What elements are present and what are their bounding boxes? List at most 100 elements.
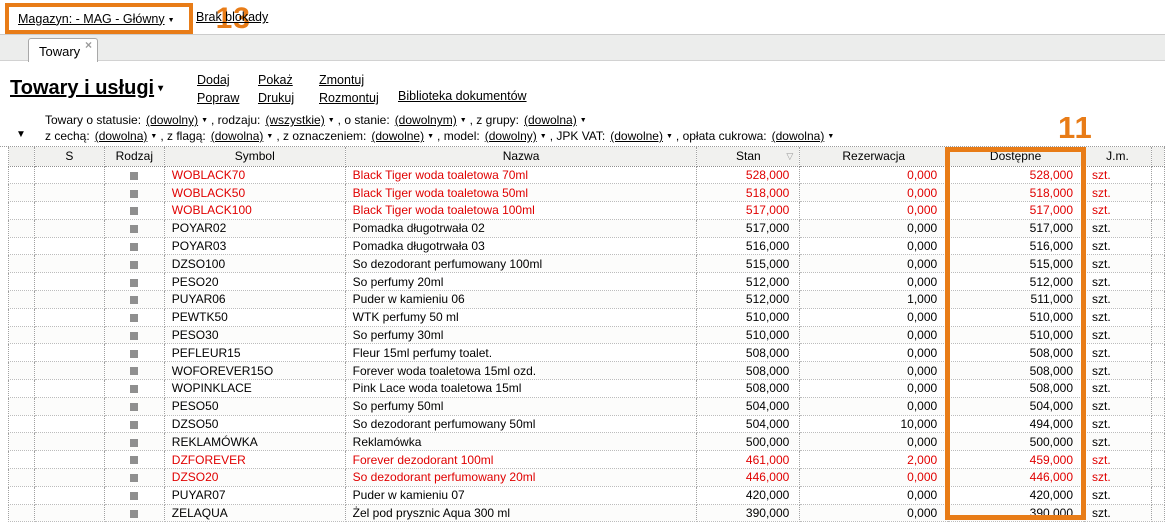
chevron-down-icon[interactable]: ▼ xyxy=(540,133,547,140)
cell-nazwa: So perfumy 30ml xyxy=(345,326,697,344)
action-dodaj[interactable]: Dodaj xyxy=(197,71,258,89)
chevron-down-icon[interactable]: ▼ xyxy=(427,133,434,140)
cell-blank xyxy=(1151,219,1164,237)
table-row[interactable]: PESO20So perfumy 20ml512,0000,000512,000… xyxy=(9,273,1165,291)
col-header-stan[interactable]: Stan▽ xyxy=(697,147,800,166)
brak-blokady-link[interactable]: Brak blokady xyxy=(196,10,268,24)
table-row[interactable]: WOPINKLACEPink Lace woda toaletowa 15ml5… xyxy=(9,380,1165,398)
table-row[interactable]: WOBLACK70Black Tiger woda toaletowa 70ml… xyxy=(9,166,1165,184)
chevron-down-icon[interactable]: ▼ xyxy=(328,117,335,124)
table-row[interactable]: REKLAMÓWKAReklamówka500,0000,000500,000s… xyxy=(9,433,1165,451)
filter-value-dropdown[interactable]: (dowolne) xyxy=(610,129,663,143)
col-header-rezerwacja[interactable]: Rezerwacja xyxy=(800,147,948,166)
filter-value-dropdown[interactable]: (dowolna) xyxy=(524,113,577,127)
table-row[interactable]: POYAR03Pomadka długotrwała 03516,0000,00… xyxy=(9,237,1165,255)
action-pokaż[interactable]: Pokaż xyxy=(258,71,319,89)
table-row[interactable]: PEWTK50WTK perfumy 50 ml510,0000,000510,… xyxy=(9,308,1165,326)
action-drukuj[interactable]: Drukuj xyxy=(258,89,319,107)
filter-value-dropdown[interactable]: (wszystkie) xyxy=(265,113,324,127)
cell-blank xyxy=(9,166,35,184)
cell-stan: 515,000 xyxy=(697,255,800,273)
filter-label: , z grupy: xyxy=(470,113,519,127)
chevron-down-icon[interactable]: ▼ xyxy=(827,133,834,140)
table-row[interactable]: DZSO50So dezodorant perfumowany 50ml504,… xyxy=(9,415,1165,433)
cell-jm: szt. xyxy=(1084,202,1152,220)
chevron-down-icon: ▼ xyxy=(168,17,175,24)
cell-jm: szt. xyxy=(1084,184,1152,202)
cell-rodzaj xyxy=(104,433,164,451)
chevron-down-icon[interactable]: ▼ xyxy=(201,117,208,124)
cell-jm: szt. xyxy=(1084,166,1152,184)
cell-blank xyxy=(1151,237,1164,255)
cell-nazwa: Black Tiger woda toaletowa 100ml xyxy=(345,202,697,220)
action-popraw[interactable]: Popraw xyxy=(197,89,258,107)
cell-symbol: DZSO20 xyxy=(164,469,345,487)
cell-nazwa: Pomadka długotrwała 02 xyxy=(345,219,697,237)
table-row[interactable]: PUYAR07Puder w kamieniu 07420,0000,00042… xyxy=(9,486,1165,504)
action-zmontuj[interactable]: Zmontuj xyxy=(319,71,380,89)
chevron-down-icon[interactable]: ▼ xyxy=(580,117,587,124)
cell-blank xyxy=(1151,469,1164,487)
cell-blank xyxy=(1151,308,1164,326)
biblioteka-dokumentow-link[interactable]: Biblioteka dokumentów xyxy=(398,89,527,103)
col-header-s[interactable]: S xyxy=(34,147,104,166)
cell-nazwa: Forever dezodorant 100ml xyxy=(345,451,697,469)
table-row[interactable]: PESO30So perfumy 30ml510,0000,000510,000… xyxy=(9,326,1165,344)
filter-value-dropdown[interactable]: (dowolna) xyxy=(211,129,264,143)
cell-blank xyxy=(1151,291,1164,309)
filter-value-dropdown[interactable]: (dowolny) xyxy=(485,129,537,143)
chevron-down-icon[interactable]: ▼ xyxy=(666,133,673,140)
cell-blank xyxy=(34,326,104,344)
action-column: DodajPopraw xyxy=(197,71,258,107)
table-row[interactable]: PUYAR06Puder w kamieniu 06512,0001,00051… xyxy=(9,291,1165,309)
filter-value-dropdown[interactable]: (dowolnym) xyxy=(395,113,457,127)
filter-value-dropdown[interactable]: (dowolna) xyxy=(95,129,148,143)
filter-value-dropdown[interactable]: (dowolny) xyxy=(146,113,198,127)
filter-value-dropdown[interactable]: (dowolna) xyxy=(772,129,825,143)
table-row[interactable]: WOFOREVER15OForever woda toaletowa 15ml … xyxy=(9,362,1165,380)
col-header-jm[interactable]: J.m. xyxy=(1084,147,1152,166)
chevron-down-icon[interactable]: ▼ xyxy=(150,133,157,140)
cell-dostepne: 510,000 xyxy=(948,326,1084,344)
table-row[interactable]: DZSO20So dezodorant perfumowany 20ml446,… xyxy=(9,469,1165,487)
cell-blank xyxy=(34,397,104,415)
cell-dostepne: 516,000 xyxy=(948,237,1084,255)
col-header-rodzaj[interactable]: Rodzaj xyxy=(104,147,164,166)
filter-value-dropdown[interactable]: (dowolne) xyxy=(371,129,424,143)
cell-rodzaj xyxy=(104,504,164,522)
table-row[interactable]: ZELAQUAŻel pod prysznic Aqua 300 ml390,0… xyxy=(9,504,1165,522)
table-row[interactable]: PESO50So perfumy 50ml504,0000,000504,000… xyxy=(9,397,1165,415)
cell-symbol: WOBLACK100 xyxy=(164,202,345,220)
chevron-down-icon[interactable]: ▼ xyxy=(460,117,467,124)
col-header-nazwa[interactable]: Nazwa xyxy=(345,147,697,166)
table-row[interactable]: WOBLACK50Black Tiger woda toaletowa 50ml… xyxy=(9,184,1165,202)
annotation-label-11: 11 xyxy=(1058,112,1093,143)
page-title[interactable]: Towary i usługi▾ xyxy=(10,77,163,100)
action-rozmontuj[interactable]: Rozmontuj xyxy=(319,89,380,107)
magazyn-selector[interactable]: Magazyn: - MAG - Główny▼ xyxy=(18,12,175,26)
cell-symbol: POYAR02 xyxy=(164,219,345,237)
table-row[interactable]: DZSO100So dezodorant perfumowany 100ml51… xyxy=(9,255,1165,273)
item-type-icon xyxy=(130,332,138,340)
cell-rezerwacja: 0,000 xyxy=(800,202,948,220)
cell-blank xyxy=(34,344,104,362)
table-row[interactable]: DZFOREVERForever dezodorant 100ml461,000… xyxy=(9,451,1165,469)
col-header-blank xyxy=(9,147,35,166)
cell-blank xyxy=(34,504,104,522)
close-icon[interactable]: × xyxy=(85,39,92,51)
cell-blank xyxy=(9,291,35,309)
tab-towary[interactable]: Towary × xyxy=(28,38,98,62)
table-row[interactable]: WOBLACK100Black Tiger woda toaletowa 100… xyxy=(9,202,1165,220)
item-type-icon xyxy=(130,350,138,358)
filter-expander-icon[interactable]: ▼ xyxy=(16,129,26,140)
chevron-down-icon[interactable]: ▼ xyxy=(266,133,273,140)
cell-rezerwacja: 0,000 xyxy=(800,380,948,398)
col-header-label: Dostępne xyxy=(990,149,1041,163)
cell-rezerwacja: 0,000 xyxy=(800,504,948,522)
sort-descending-icon[interactable]: ▽ xyxy=(786,151,793,161)
col-header-dostpne[interactable]: Dostępne xyxy=(948,147,1084,166)
table-row[interactable]: PEFLEUR15Fleur 15ml perfumy toalet.508,0… xyxy=(9,344,1165,362)
col-header-symbol[interactable]: Symbol xyxy=(164,147,345,166)
table-row[interactable]: POYAR02Pomadka długotrwała 02517,0000,00… xyxy=(9,219,1165,237)
cell-blank xyxy=(9,397,35,415)
